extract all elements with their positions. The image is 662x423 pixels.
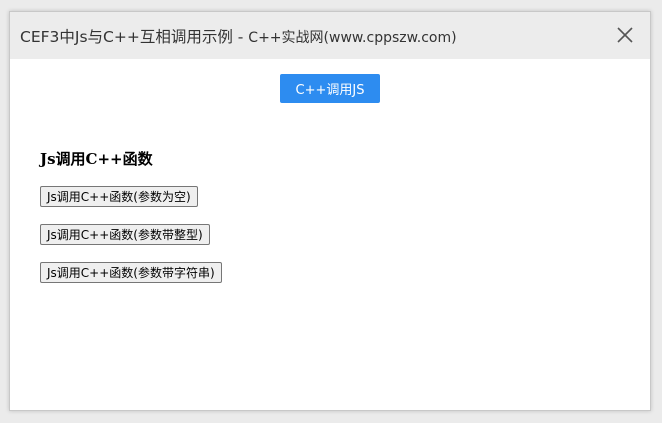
- close-button[interactable]: [612, 22, 638, 48]
- title-bar: CEF3中Js与C++互相调用示例 - C++实战网(www.cppszw.co…: [10, 12, 650, 59]
- js-call-cpp-int-arg-button[interactable]: Js调用C++函数(参数带整型): [40, 224, 210, 245]
- js-call-cpp-string-arg-button[interactable]: Js调用C++函数(参数带字符串): [40, 262, 222, 283]
- js-call-cpp-no-args-button[interactable]: Js调用C++函数(参数为空): [40, 186, 198, 207]
- section-heading: Js调用C++函数: [40, 150, 153, 168]
- close-icon: [617, 27, 633, 43]
- page-content: C++调用JS Js调用C++函数 Js调用C++函数(参数为空) Js调用C+…: [10, 59, 650, 412]
- cpp-call-js-button[interactable]: C++调用JS: [280, 74, 380, 103]
- window-title-site: C++实战网(www.cppszw.com): [248, 30, 457, 46]
- app-window: CEF3中Js与C++互相调用示例 - C++实战网(www.cppszw.co…: [9, 11, 651, 411]
- window-title-main: CEF3中Js与C++互相调用示例 -: [20, 28, 249, 46]
- window-title: CEF3中Js与C++互相调用示例 - C++实战网(www.cppszw.co…: [20, 25, 457, 47]
